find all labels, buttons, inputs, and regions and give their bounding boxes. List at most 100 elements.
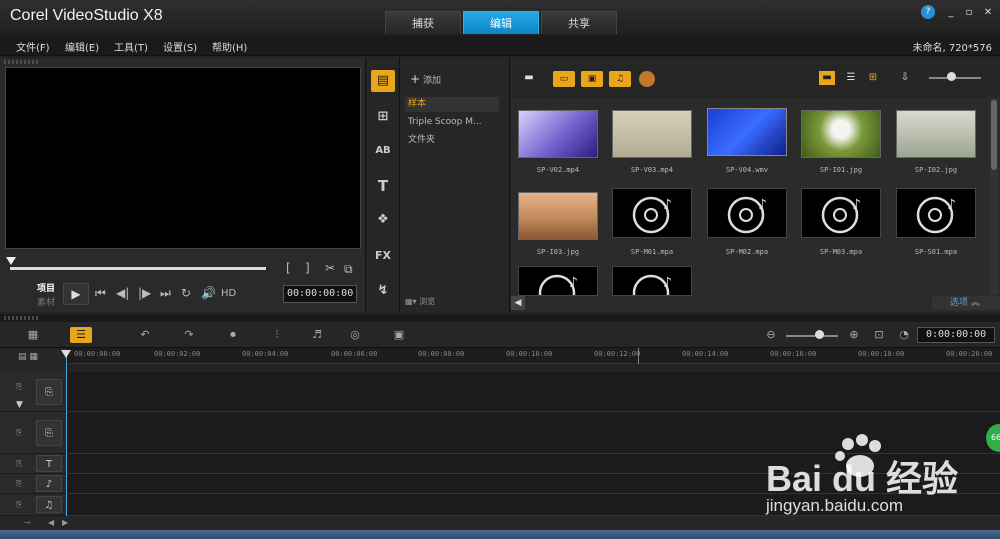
video-track-icon[interactable]: ⎘ [36, 379, 62, 405]
voice-track-icon[interactable]: ♪ [36, 475, 62, 492]
menu-settings[interactable]: 设置(S) [163, 39, 197, 54]
redo-icon[interactable]: ↷ [178, 327, 200, 343]
menu-file[interactable]: 文件(F) [16, 39, 50, 54]
chevron-right-icon[interactable]: ▶ [62, 518, 68, 527]
help-icon[interactable]: ? [921, 5, 935, 19]
zoom-out-icon[interactable]: ⊖ [760, 327, 782, 343]
media-thumb-sp-m03[interactable]: ♪ [801, 188, 881, 238]
timeline-ruler[interactable]: 00:00:00:00 00:00:02:00 00:00:04:00 00:0… [66, 348, 1000, 364]
instant-project-icon[interactable]: ⊞ [371, 106, 395, 128]
media-thumb-sp-m01[interactable]: ♪ [612, 188, 692, 238]
folder-icon[interactable]: ▬ [521, 71, 537, 85]
options-button[interactable]: 选项 ︽ [932, 296, 1000, 310]
scrubber-handle[interactable] [6, 257, 16, 265]
list-view-icon[interactable]: ☰ [843, 71, 859, 85]
lock-icon[interactable]: ⎘ [16, 459, 22, 469]
timeline-zoom-knob[interactable] [815, 330, 824, 339]
record-capture-icon[interactable]: ⏺ [222, 327, 244, 343]
media-thumb-sp-i02[interactable] [896, 110, 976, 158]
repeat-icon[interactable]: ↻ [181, 286, 191, 300]
subtitle-editor-icon[interactable]: ▣ [388, 327, 410, 343]
prev-frame-icon[interactable]: ◀| [116, 286, 129, 300]
folder-item-triple-scoop[interactable]: Triple Scoop M... [405, 115, 499, 130]
grid-view-icon[interactable]: ⊞ [865, 71, 881, 85]
play-icon[interactable]: ▶ [63, 283, 89, 305]
player-timecode[interactable]: 00:00:00:00 [283, 285, 357, 303]
media-thumb-sp-v02[interactable] [518, 110, 598, 158]
media-thumb-sp-v04[interactable] [707, 108, 787, 156]
graphic-icon[interactable]: ❖ [371, 209, 395, 231]
media-thumb-sp-m02[interactable]: ♪ [707, 188, 787, 238]
auto-music-icon[interactable]: ♬ [306, 327, 328, 343]
menu-help[interactable]: 帮助(H) [212, 39, 247, 54]
maximize-button[interactable]: ▫ [961, 6, 977, 20]
media-thumb-sp-i01[interactable] [801, 110, 881, 158]
project-mode-label[interactable]: 项目 [37, 281, 55, 294]
clip-mode-label[interactable]: 素材 [37, 295, 55, 308]
browse-button[interactable]: ▦▾ 浏览 [405, 296, 435, 307]
show-video-icon[interactable]: ▭ [553, 71, 575, 87]
sound-mixer-icon[interactable]: ⫶ [266, 327, 288, 343]
sort-icon[interactable]: ⇩ [897, 71, 913, 85]
tab-edit[interactable]: 编辑 [463, 11, 539, 34]
clock-icon[interactable]: ◔ [893, 327, 915, 343]
hd-button[interactable]: HD [221, 288, 236, 299]
timeline-zoom-slider[interactable] [786, 335, 838, 337]
lock-icon[interactable]: ⎘ [16, 382, 22, 392]
media-thumb-sp-v03[interactable] [612, 110, 692, 158]
thumbnail-size-knob[interactable] [947, 72, 956, 81]
title-icon[interactable]: T [371, 175, 395, 197]
volume-icon[interactable]: 🔊 [201, 286, 216, 300]
home-icon[interactable]: ⏮ [95, 286, 106, 301]
tab-capture[interactable]: 捕获 [385, 11, 461, 34]
end-icon[interactable]: ⏭ [160, 286, 171, 301]
ripple-icon[interactable]: ⤙ [24, 518, 30, 528]
mark-in-button[interactable]: [ [286, 261, 291, 275]
zoom-in-icon[interactable]: ⊕ [843, 327, 865, 343]
lock-icon[interactable]: ⎘ [16, 428, 22, 438]
playhead-line[interactable] [66, 350, 67, 516]
transition-icon[interactable]: AB [371, 140, 395, 162]
thumbnail-view-icon[interactable]: ▬ [819, 71, 835, 85]
triple-scoop-icon[interactable] [639, 71, 655, 87]
filter-icon[interactable]: FX [371, 245, 395, 267]
add-folder-button[interactable]: + 添加 [410, 72, 441, 86]
timeline-timecode[interactable]: 0:00:00:00 [917, 327, 995, 343]
next-frame-icon[interactable]: |▶ [138, 286, 151, 300]
undo-icon[interactable]: ↶ [134, 327, 156, 343]
media-thumb-sp-s01[interactable]: ♪ [896, 188, 976, 238]
tab-share[interactable]: 共享 [541, 11, 617, 34]
motion-tracking-icon[interactable]: ◎ [344, 327, 366, 343]
overlay-track-icon[interactable]: ⎘ [36, 420, 62, 446]
timeline-view-icon[interactable]: ☰ [70, 327, 92, 343]
folder-item-folder[interactable]: 文件夹 [405, 133, 499, 148]
media-thumb-audio[interactable]: ♪ [518, 266, 598, 296]
lock-icon[interactable]: ⎘ [16, 479, 22, 489]
panel-grip[interactable] [4, 316, 38, 320]
media-thumb-sp-i03[interactable] [518, 192, 598, 240]
storyboard-view-icon[interactable]: ▦ [22, 327, 44, 343]
fit-project-icon[interactable]: ⊡ [868, 327, 890, 343]
cut-icon[interactable]: ✂ [325, 261, 335, 275]
video-track[interactable] [66, 372, 1000, 412]
show-audio-icon[interactable]: ♫ [609, 71, 631, 87]
folder-item-samples[interactable]: 样本 [405, 97, 499, 112]
mark-out-button[interactable]: ] [305, 261, 310, 275]
enlarge-icon[interactable]: ⧉ [344, 262, 353, 277]
show-photo-icon[interactable]: ▣ [581, 71, 603, 87]
lock-icon[interactable]: ⎘ [16, 500, 22, 510]
media-scroll-thumb[interactable] [991, 100, 997, 170]
path-icon[interactable]: ↯ [371, 280, 395, 302]
media-thumb-audio[interactable]: ♪ [612, 266, 692, 296]
menu-tools[interactable]: 工具(T) [114, 39, 148, 54]
playhead-handle[interactable] [61, 350, 71, 358]
menu-edit[interactable]: 编辑(E) [65, 39, 99, 54]
track-manager-icon[interactable]: ▤ ▦ [18, 352, 38, 362]
scrubber-track[interactable] [10, 267, 266, 270]
title-track-icon[interactable]: T [36, 455, 62, 472]
timeline-grip[interactable] [0, 314, 1000, 322]
chevron-left-icon[interactable]: ◀ [511, 296, 525, 310]
expand-icon[interactable]: ▼ [16, 400, 23, 410]
chevron-left-icon[interactable]: ◀ [48, 518, 54, 527]
preview-window[interactable] [5, 67, 361, 249]
